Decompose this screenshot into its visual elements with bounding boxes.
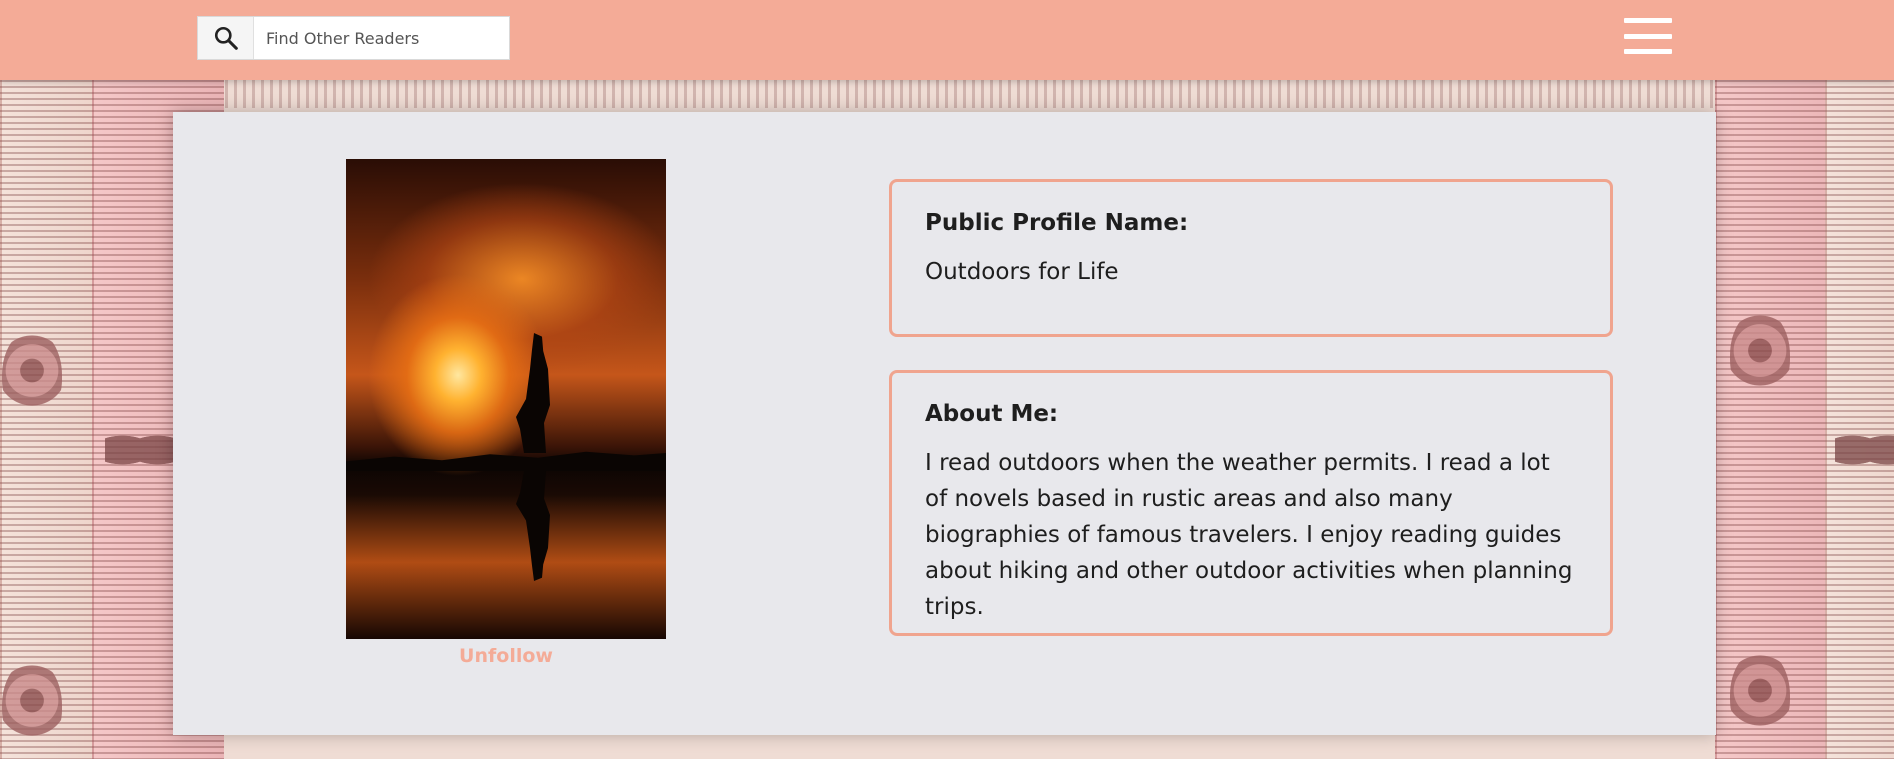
butterfly-illustration-icon — [1835, 425, 1894, 475]
hamburger-line — [1624, 33, 1672, 39]
reader-search-bar — [197, 16, 510, 60]
hamburger-line — [1624, 18, 1672, 23]
about-me-box: About Me: I read outdoors when the weath… — [889, 370, 1613, 636]
photo-horizon — [346, 451, 666, 471]
photo-reflection — [516, 471, 550, 581]
hamburger-menu-icon[interactable] — [1624, 18, 1672, 54]
seal-illustration-icon — [1730, 310, 1790, 400]
search-button[interactable] — [198, 17, 254, 59]
about-me-label: About Me: — [925, 401, 1059, 427]
seal-illustration-icon — [2, 330, 62, 420]
profile-name-label: Public Profile Name: — [925, 210, 1189, 236]
search-icon — [214, 26, 238, 50]
seal-illustration-icon — [2, 660, 62, 750]
profile-photo — [346, 159, 666, 639]
unfollow-button[interactable]: Unfollow — [346, 645, 666, 667]
top-navigation-bar — [0, 0, 1894, 80]
about-me-text: I read outdoors when the weather permits… — [925, 450, 1573, 620]
hamburger-line — [1624, 49, 1672, 54]
photo-silhouette — [516, 333, 550, 453]
newspaper-header-strip — [0, 80, 1894, 108]
butterfly-illustration-icon — [105, 425, 175, 475]
profile-card: Unfollow Public Profile Name: Outdoors f… — [173, 112, 1716, 735]
profile-name-value: Outdoors for Life — [925, 259, 1119, 285]
newspaper-column — [1825, 80, 1894, 759]
profile-name-box: Public Profile Name: Outdoors for Life — [889, 179, 1613, 337]
search-input[interactable] — [254, 17, 509, 59]
seal-illustration-icon — [1730, 650, 1790, 740]
